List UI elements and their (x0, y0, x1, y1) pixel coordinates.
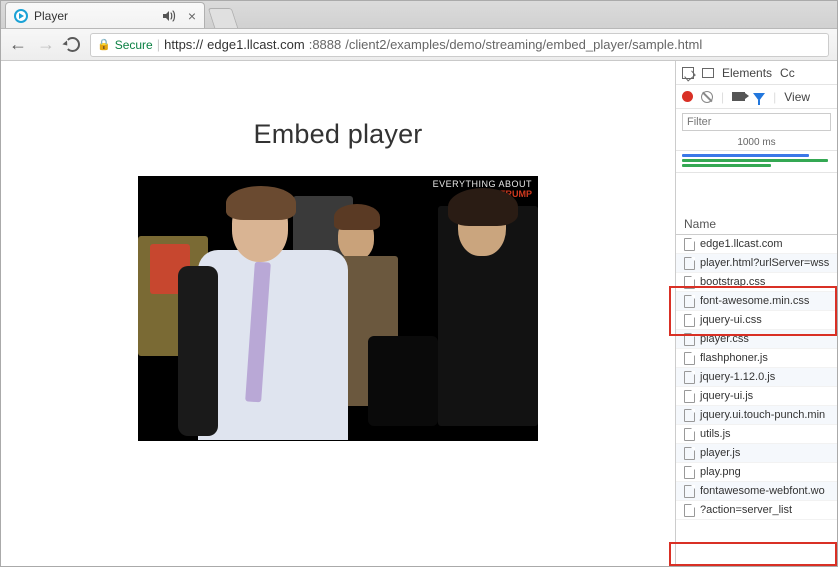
page-content: Embed player EVERYTHING ABOUT D ALD TRUM… (1, 61, 675, 566)
request-name: fontawesome-webfont.wo (700, 485, 825, 497)
network-request-row[interactable]: fontawesome-webfont.wo (676, 482, 837, 501)
clear-icon[interactable] (701, 91, 713, 103)
audio-icon[interactable] (162, 10, 176, 22)
video-player[interactable]: EVERYTHING ABOUT D ALD TRUMP (138, 176, 538, 441)
devtools-tabbar: Elements Cc (676, 61, 837, 85)
url-host: edge1.llcast.com (207, 37, 305, 52)
filter-input[interactable] (682, 113, 831, 131)
file-icon (684, 333, 695, 346)
back-button[interactable]: ← (9, 34, 27, 55)
network-request-row[interactable]: edge1.llcast.com (676, 235, 837, 254)
url-path: /client2/examples/demo/streaming/embed_p… (345, 37, 702, 52)
view-label: View (784, 90, 810, 104)
request-name: jquery.ui.touch-punch.min (700, 409, 825, 421)
file-icon (684, 447, 695, 460)
file-icon (684, 276, 695, 289)
browser-tab[interactable]: Player × (5, 2, 205, 28)
network-request-row[interactable]: jquery-ui.css (676, 311, 837, 330)
timeline-ruler: 1000 ms (676, 135, 837, 151)
file-icon (684, 466, 695, 479)
browser-tabstrip: Player × (1, 1, 837, 29)
network-request-row[interactable]: ?action=server_list (676, 501, 837, 520)
tab-elements[interactable]: Elements (722, 66, 772, 80)
file-icon (684, 409, 695, 422)
forward-button: → (37, 34, 55, 55)
page-title: Embed player (1, 119, 675, 150)
network-request-row[interactable]: utils.js (676, 425, 837, 444)
column-header-name[interactable]: Name (676, 213, 837, 235)
request-name: font-awesome.min.css (700, 295, 809, 307)
url-scheme: https:// (164, 37, 203, 52)
address-bar[interactable]: 🔒 Secure | https://edge1.llcast.com:8888… (90, 33, 829, 57)
new-tab-button[interactable] (208, 8, 238, 28)
network-request-row[interactable]: font-awesome.min.css (676, 292, 837, 311)
network-request-row[interactable]: player.css (676, 330, 837, 349)
file-icon (684, 295, 695, 308)
request-name: edge1.llcast.com (700, 238, 783, 250)
url-port: :8888 (309, 37, 342, 52)
file-icon (684, 504, 695, 517)
request-name: bootstrap.css (700, 276, 765, 288)
device-icon[interactable] (702, 68, 714, 78)
request-name: flashphoner.js (700, 352, 768, 364)
network-request-row[interactable]: jquery.ui.touch-punch.min (676, 406, 837, 425)
request-name: ?action=server_list (700, 504, 792, 516)
request-name: jquery-1.12.0.js (700, 371, 775, 383)
file-icon (684, 390, 695, 403)
lock-icon: 🔒 (97, 38, 111, 51)
inspect-icon[interactable] (682, 67, 694, 79)
network-request-row[interactable]: jquery-1.12.0.js (676, 368, 837, 387)
file-icon (684, 314, 695, 327)
network-request-row[interactable]: jquery-ui.js (676, 387, 837, 406)
network-request-row[interactable]: bootstrap.css (676, 273, 837, 292)
request-name: player.js (700, 447, 740, 459)
tab-more[interactable]: Cc (780, 66, 795, 80)
file-icon (684, 485, 695, 498)
file-icon (684, 352, 695, 365)
filter-icon[interactable] (753, 93, 765, 101)
favicon-icon (14, 9, 28, 23)
network-request-row[interactable]: play.png (676, 463, 837, 482)
file-icon (684, 428, 695, 441)
file-icon (684, 371, 695, 384)
screenshot-icon[interactable] (732, 92, 745, 101)
devtools-network-toolbar: | | View (676, 85, 837, 109)
reload-button[interactable] (65, 37, 80, 52)
devtools-panel: Elements Cc | | View 1000 ms Name edge1.… (675, 61, 837, 566)
secure-label: Secure (115, 38, 153, 52)
close-icon[interactable]: × (188, 8, 196, 24)
file-icon (684, 257, 695, 270)
timeline-overview[interactable] (676, 151, 837, 173)
request-name: utils.js (700, 428, 731, 440)
network-request-row[interactable]: player.js (676, 444, 837, 463)
request-name: play.png (700, 466, 741, 478)
tab-title: Player (34, 9, 68, 23)
request-name: jquery-ui.js (700, 390, 753, 402)
request-name: jquery-ui.css (700, 314, 762, 326)
network-request-row[interactable]: player.html?urlServer=wss (676, 254, 837, 273)
network-request-list: Name edge1.llcast.com player.html?urlServ… (676, 213, 837, 520)
record-icon[interactable] (682, 91, 693, 102)
request-name: player.html?urlServer=wss (700, 257, 829, 269)
network-request-row[interactable]: flashphoner.js (676, 349, 837, 368)
request-name: player.css (700, 333, 749, 345)
file-icon (684, 238, 695, 251)
browser-toolbar: ← → 🔒 Secure | https://edge1.llcast.com:… (1, 29, 837, 61)
